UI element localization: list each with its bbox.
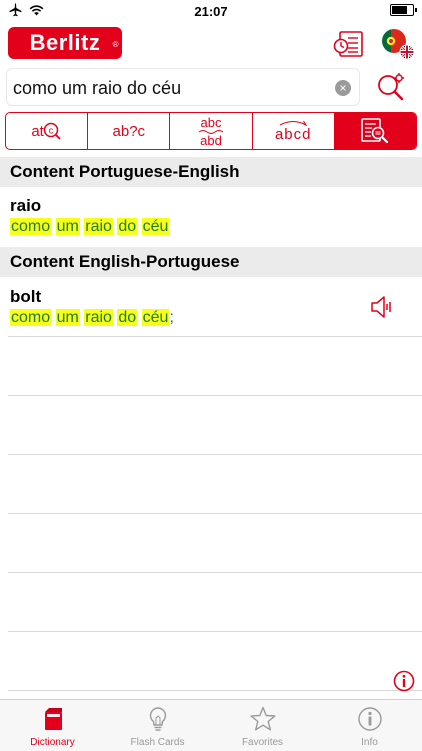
tab-label: Favorites — [241, 737, 284, 748]
mode-fulltext[interactable] — [334, 113, 416, 149]
logo-text: Berlitz — [29, 30, 101, 55]
phrase-suffix: ; — [169, 309, 174, 326]
entry-phrase[interactable]: como um raio do céu; — [10, 309, 174, 327]
search-settings-icon — [378, 73, 404, 101]
mode-anagram[interactable]: abcd — [253, 113, 335, 149]
berlitz-logo: Berlitz ® — [8, 27, 122, 59]
phrase-word: raio — [84, 218, 113, 235]
phrase-word: céu — [141, 218, 170, 235]
info-icon — [358, 707, 382, 731]
section-header-pt-en: Content Portuguese-English — [0, 157, 422, 187]
star-icon — [250, 706, 276, 731]
phrase-word: do — [117, 309, 138, 326]
tab-favorites[interactable]: Favorites — [210, 700, 315, 751]
row-divider — [8, 572, 422, 573]
tab-label: Flash Cards — [130, 737, 185, 748]
mode-fuzzy-label-top: abc — [200, 114, 222, 130]
battery-icon — [390, 4, 417, 16]
clear-search-button[interactable]: × — [335, 80, 351, 96]
tab-label: Info — [361, 737, 378, 748]
section-title: Content English-Portuguese — [10, 252, 240, 271]
search-mode-selector: at c ab?c abc abd abcd — [5, 112, 417, 150]
tab-label: Dictionary — [30, 737, 75, 748]
phrase-word: como — [10, 309, 52, 326]
row-divider — [8, 690, 422, 691]
mode-wildcard-label: ab?c — [112, 122, 146, 140]
phrase-word: um — [55, 309, 80, 326]
svg-text:c: c — [49, 126, 54, 136]
fulltext-search-icon — [361, 118, 389, 144]
history-icon — [333, 31, 363, 57]
speaker-icon — [371, 296, 391, 318]
phrase-word: do — [117, 218, 138, 235]
mode-anagram-label: abcd — [274, 125, 312, 143]
pronunciation-button[interactable] — [369, 293, 397, 321]
row-divider — [8, 454, 422, 455]
status-time: 21:07 — [194, 4, 228, 19]
info-circle-icon — [393, 670, 415, 692]
row-divider — [8, 513, 422, 514]
phrase-word: raio — [84, 309, 113, 326]
tab-dictionary[interactable]: Dictionary — [0, 700, 105, 751]
section-header-en-pt: Content English-Portuguese — [0, 247, 422, 277]
tab-flash-cards[interactable]: Flash Cards — [105, 700, 210, 751]
phrase-word: como — [10, 218, 52, 235]
language-switch-button[interactable] — [380, 27, 416, 61]
tab-bar: Dictionary Flash Cards Favorites Info — [0, 699, 422, 751]
mode-spell-search[interactable]: at c — [6, 113, 89, 149]
row-divider — [8, 336, 422, 337]
info-button[interactable] — [393, 670, 415, 692]
row-divider — [8, 631, 422, 632]
phrase-word: um — [55, 218, 80, 235]
spell-search-icon: c — [43, 122, 61, 140]
phrase-word: céu — [141, 309, 170, 326]
section-title: Content Portuguese-English — [10, 162, 240, 181]
book-icon — [45, 708, 62, 730]
search-button[interactable] — [374, 70, 408, 104]
mode-fuzzy[interactable]: abc abd — [170, 113, 253, 149]
row-divider — [8, 395, 422, 396]
mode-wildcard[interactable]: ab?c — [88, 113, 171, 149]
mode-fuzzy-label-bottom: abd — [200, 132, 222, 148]
logo-registered-mark: ® — [112, 40, 119, 49]
entry-headword[interactable]: raio — [10, 196, 41, 216]
entry-headword[interactable]: bolt — [10, 287, 41, 307]
history-button[interactable] — [333, 29, 367, 59]
search-field[interactable]: como um raio do céu × — [6, 68, 360, 106]
tab-info[interactable]: Info — [317, 700, 422, 751]
entry-phrase[interactable]: como um raio do céu — [10, 218, 170, 236]
search-input-text[interactable]: como um raio do céu — [13, 78, 181, 99]
status-bar: 21:07 — [0, 0, 422, 22]
lightbulb-icon — [149, 707, 167, 731]
